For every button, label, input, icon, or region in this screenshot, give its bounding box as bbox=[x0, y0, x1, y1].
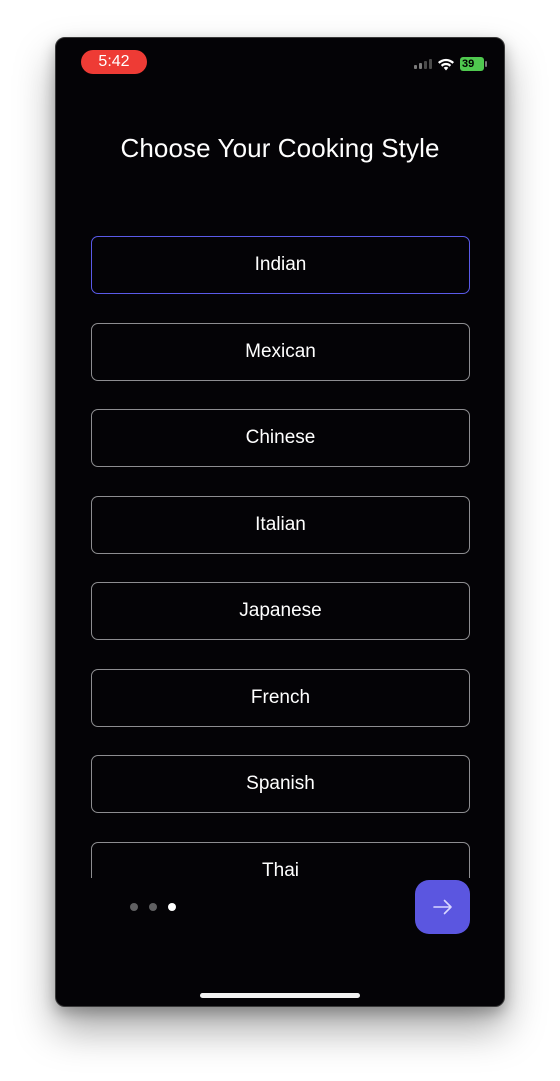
battery-level: 39 bbox=[462, 58, 475, 70]
option-thai[interactable]: Thai bbox=[91, 841, 470, 879]
next-button[interactable] bbox=[415, 880, 470, 934]
option-french[interactable]: French bbox=[91, 668, 470, 727]
option-label: Mexican bbox=[245, 340, 316, 362]
option-label: Italian bbox=[255, 513, 306, 535]
page-dot bbox=[130, 903, 138, 911]
option-label: Chinese bbox=[245, 427, 316, 448]
option-indian[interactable]: Indian bbox=[91, 236, 470, 294]
option-label: French bbox=[250, 686, 311, 708]
option-japanese[interactable]: Japanese bbox=[91, 582, 470, 640]
battery-icon: 39 bbox=[460, 57, 487, 71]
phone-screen: 5:42 39 Choose Your Cooking Style Indian… bbox=[55, 37, 505, 1007]
option-label: Japanese bbox=[239, 600, 322, 621]
option-label: Thai bbox=[262, 859, 299, 879]
option-mexican[interactable]: Mexican bbox=[91, 322, 470, 381]
page-dot-active bbox=[168, 903, 176, 911]
option-spanish[interactable]: Spanish bbox=[91, 755, 470, 813]
cuisine-options-list[interactable]: Indian Mexican Chinese Italian Japanese … bbox=[91, 236, 470, 878]
status-time: 5:42 bbox=[81, 50, 147, 74]
page-dot bbox=[149, 903, 157, 911]
page-indicator bbox=[130, 903, 176, 911]
arrow-right-icon bbox=[432, 899, 452, 915]
wifi-icon bbox=[438, 58, 454, 70]
option-chinese[interactable]: Chinese bbox=[91, 409, 470, 467]
page-title: Choose Your Cooking Style bbox=[120, 133, 440, 163]
home-indicator[interactable] bbox=[200, 993, 360, 998]
status-icons: 39 bbox=[414, 56, 487, 72]
cellular-signal-icon bbox=[414, 59, 432, 69]
option-label: Spanish bbox=[246, 773, 315, 794]
option-italian[interactable]: Italian bbox=[91, 495, 470, 554]
option-label: Indian bbox=[254, 254, 307, 275]
